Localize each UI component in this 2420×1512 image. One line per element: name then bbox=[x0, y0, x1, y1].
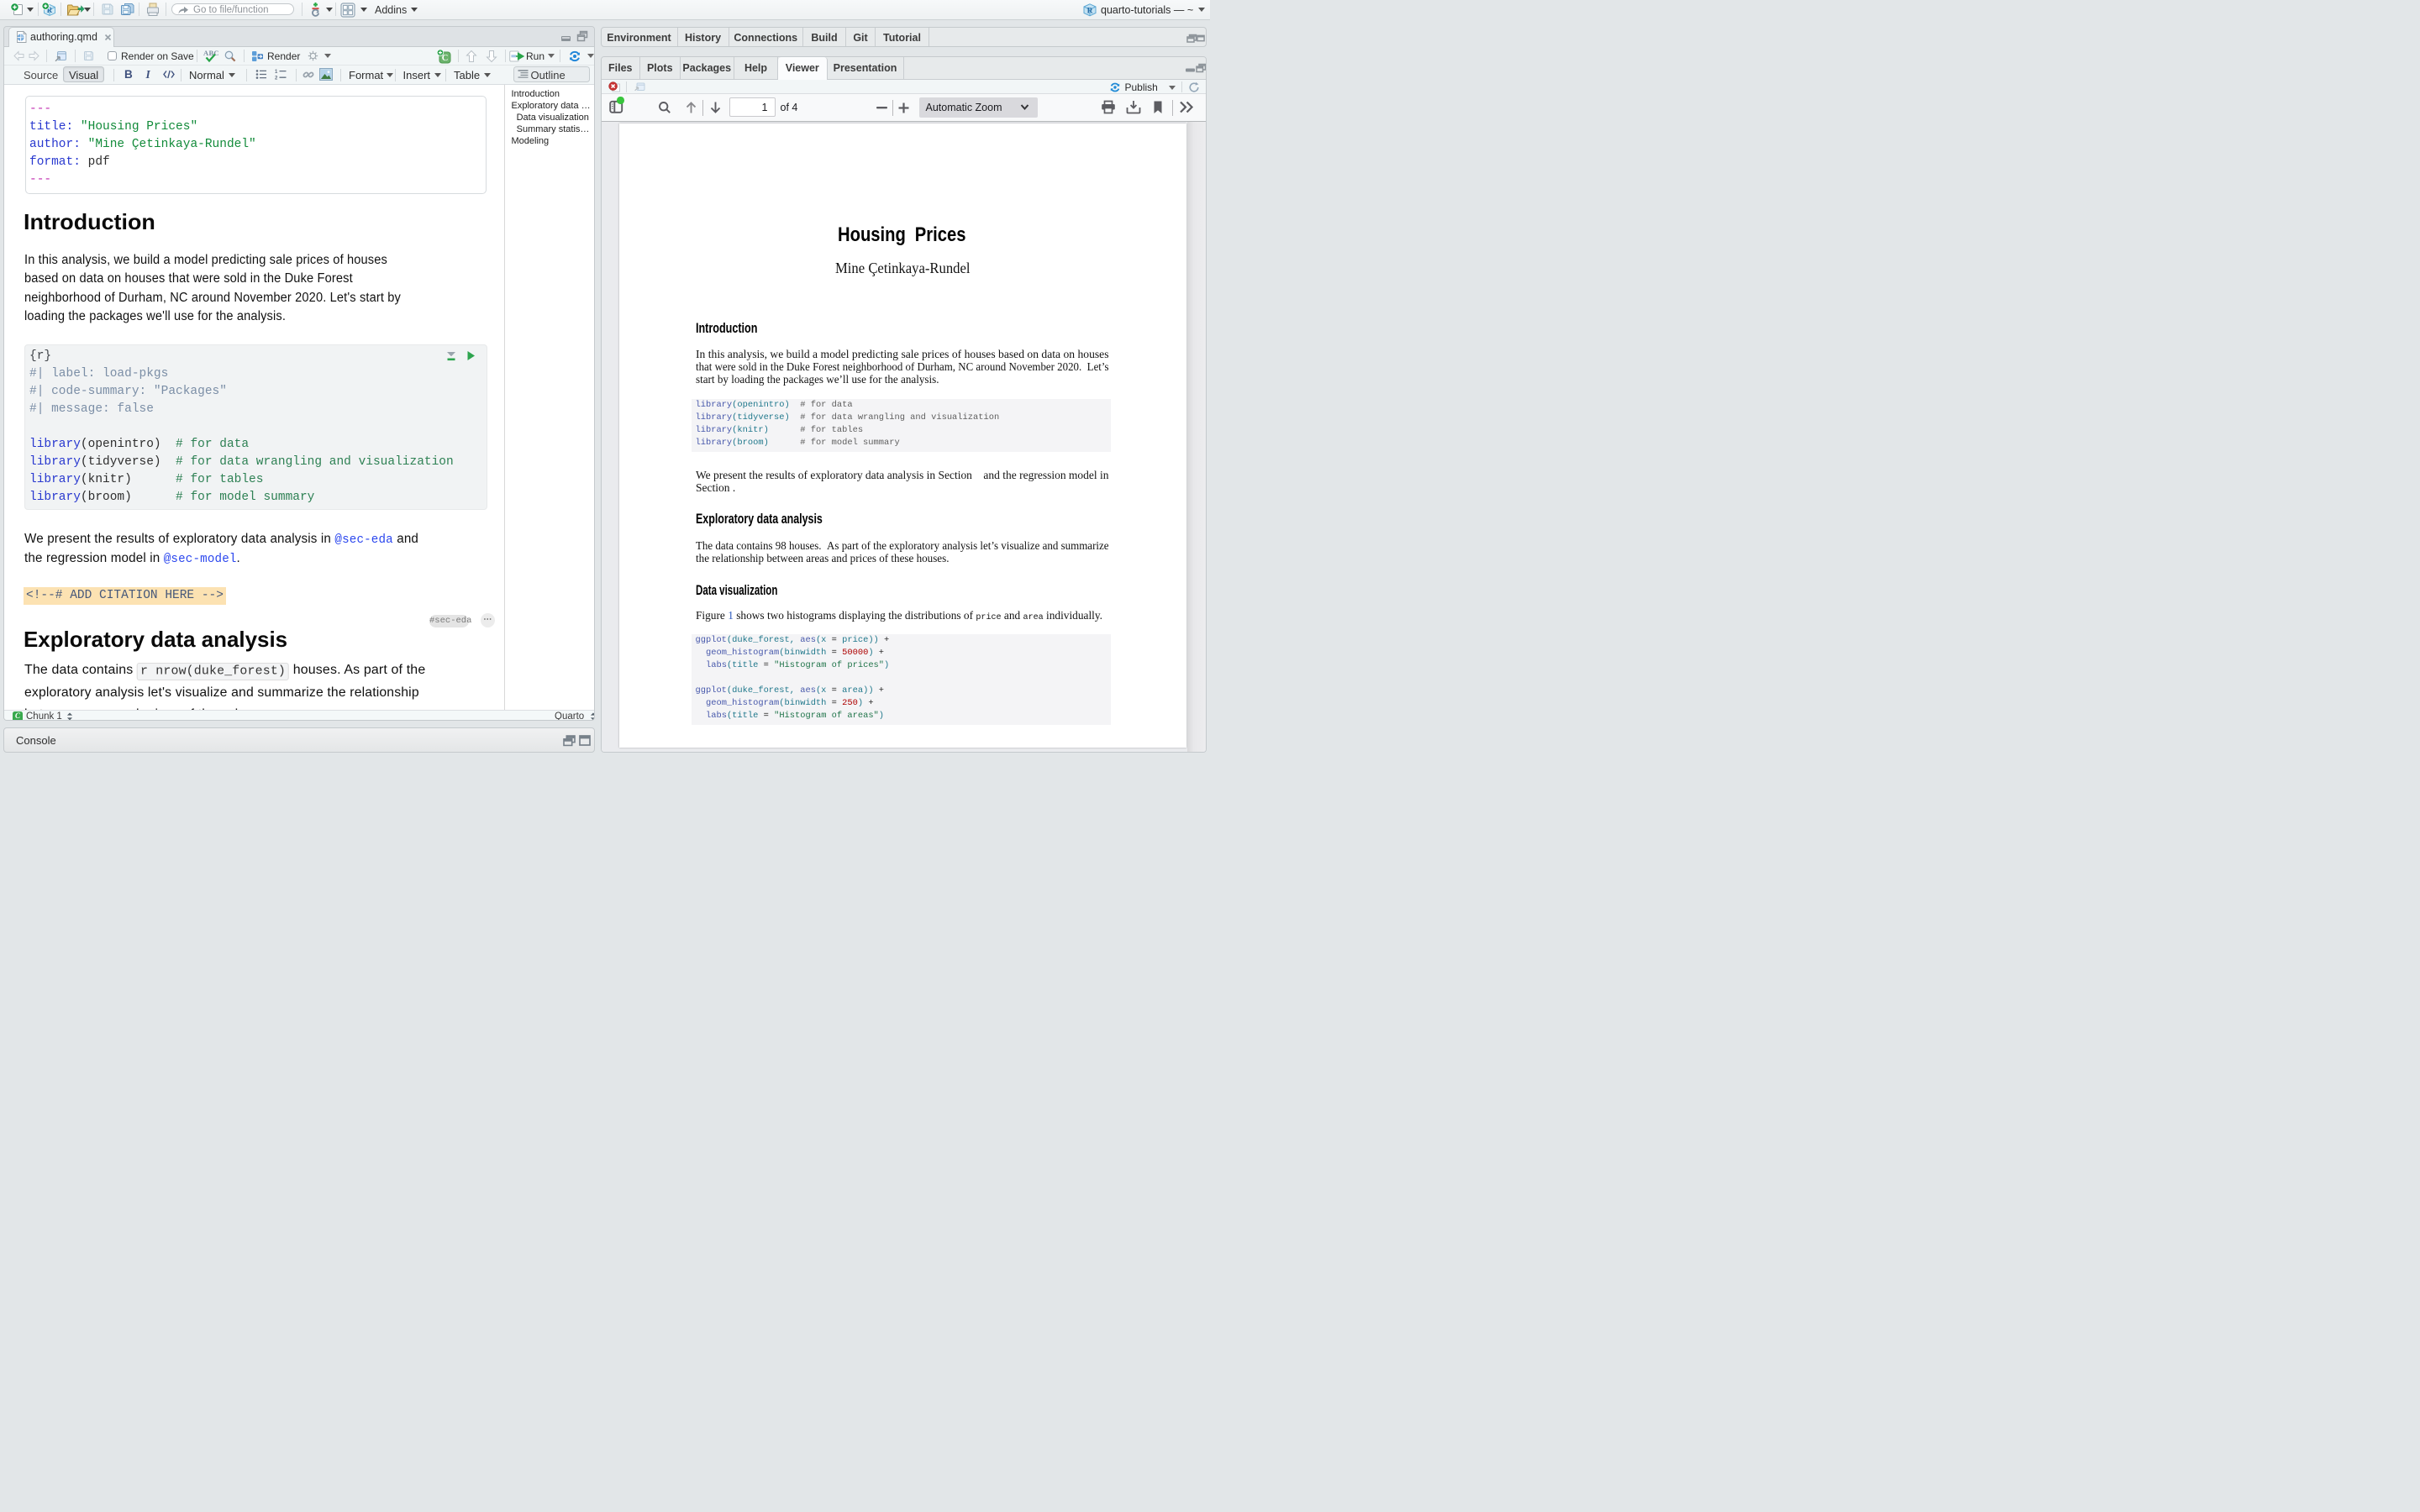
svg-text:1: 1 bbox=[275, 70, 278, 75]
svg-text:R: R bbox=[1087, 7, 1093, 15]
svg-text:2: 2 bbox=[275, 76, 278, 81]
svg-text:C: C bbox=[442, 54, 449, 63]
